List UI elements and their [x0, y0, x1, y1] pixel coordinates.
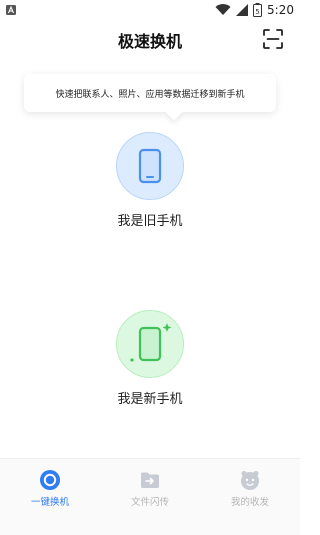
- battery-icon: 5: [253, 3, 263, 17]
- new-phone-icon: [130, 323, 172, 362]
- status-bar: 5 5:20: [0, 0, 300, 20]
- file-transfer-icon: [141, 472, 159, 488]
- tip-bubble: 快速把联系人、照片、应用等数据迁移到新手机: [24, 74, 276, 121]
- nav-one-key-switch[interactable]: 一键换机: [0, 459, 100, 535]
- my-transfers-icon: [241, 471, 259, 490]
- header: 极速换机: [0, 22, 300, 56]
- nav-label-file-transfer: 文件闪传: [130, 497, 169, 508]
- one-key-switch-icon: [40, 470, 60, 490]
- signal-icon: [236, 4, 249, 16]
- tip-text: 快速把联系人、照片、应用等数据迁移到新手机: [55, 89, 245, 100]
- old-phone-circle[interactable]: [116, 132, 184, 200]
- wifi-icon: [215, 4, 231, 16]
- scan-icon[interactable]: [262, 28, 284, 50]
- bottom-nav: 一键换机 文件闪传 我的收发: [0, 458, 300, 535]
- old-phone-icon: [138, 148, 162, 184]
- old-phone-option[interactable]: 我是旧手机: [0, 132, 300, 229]
- tip-arrow: [165, 103, 183, 121]
- page-title: 极速换机: [117, 32, 182, 51]
- nav-label-my-transfers: 我的收发: [230, 497, 269, 508]
- new-phone-label: 我是新手机: [117, 392, 183, 407]
- nav-file-transfer[interactable]: 文件闪传: [100, 459, 200, 535]
- nav-my-transfers[interactable]: 我的收发: [200, 459, 300, 535]
- app-notification-icon: [6, 5, 16, 15]
- old-phone-label: 我是旧手机: [117, 214, 183, 229]
- status-time: 5:20: [267, 3, 294, 17]
- new-phone-option[interactable]: 我是新手机: [0, 310, 300, 407]
- nav-label-one-key-switch: 一键换机: [30, 497, 69, 508]
- status-right: 5 5:20: [215, 2, 294, 18]
- battery-level: 5: [255, 8, 259, 16]
- new-phone-circle[interactable]: [116, 310, 184, 378]
